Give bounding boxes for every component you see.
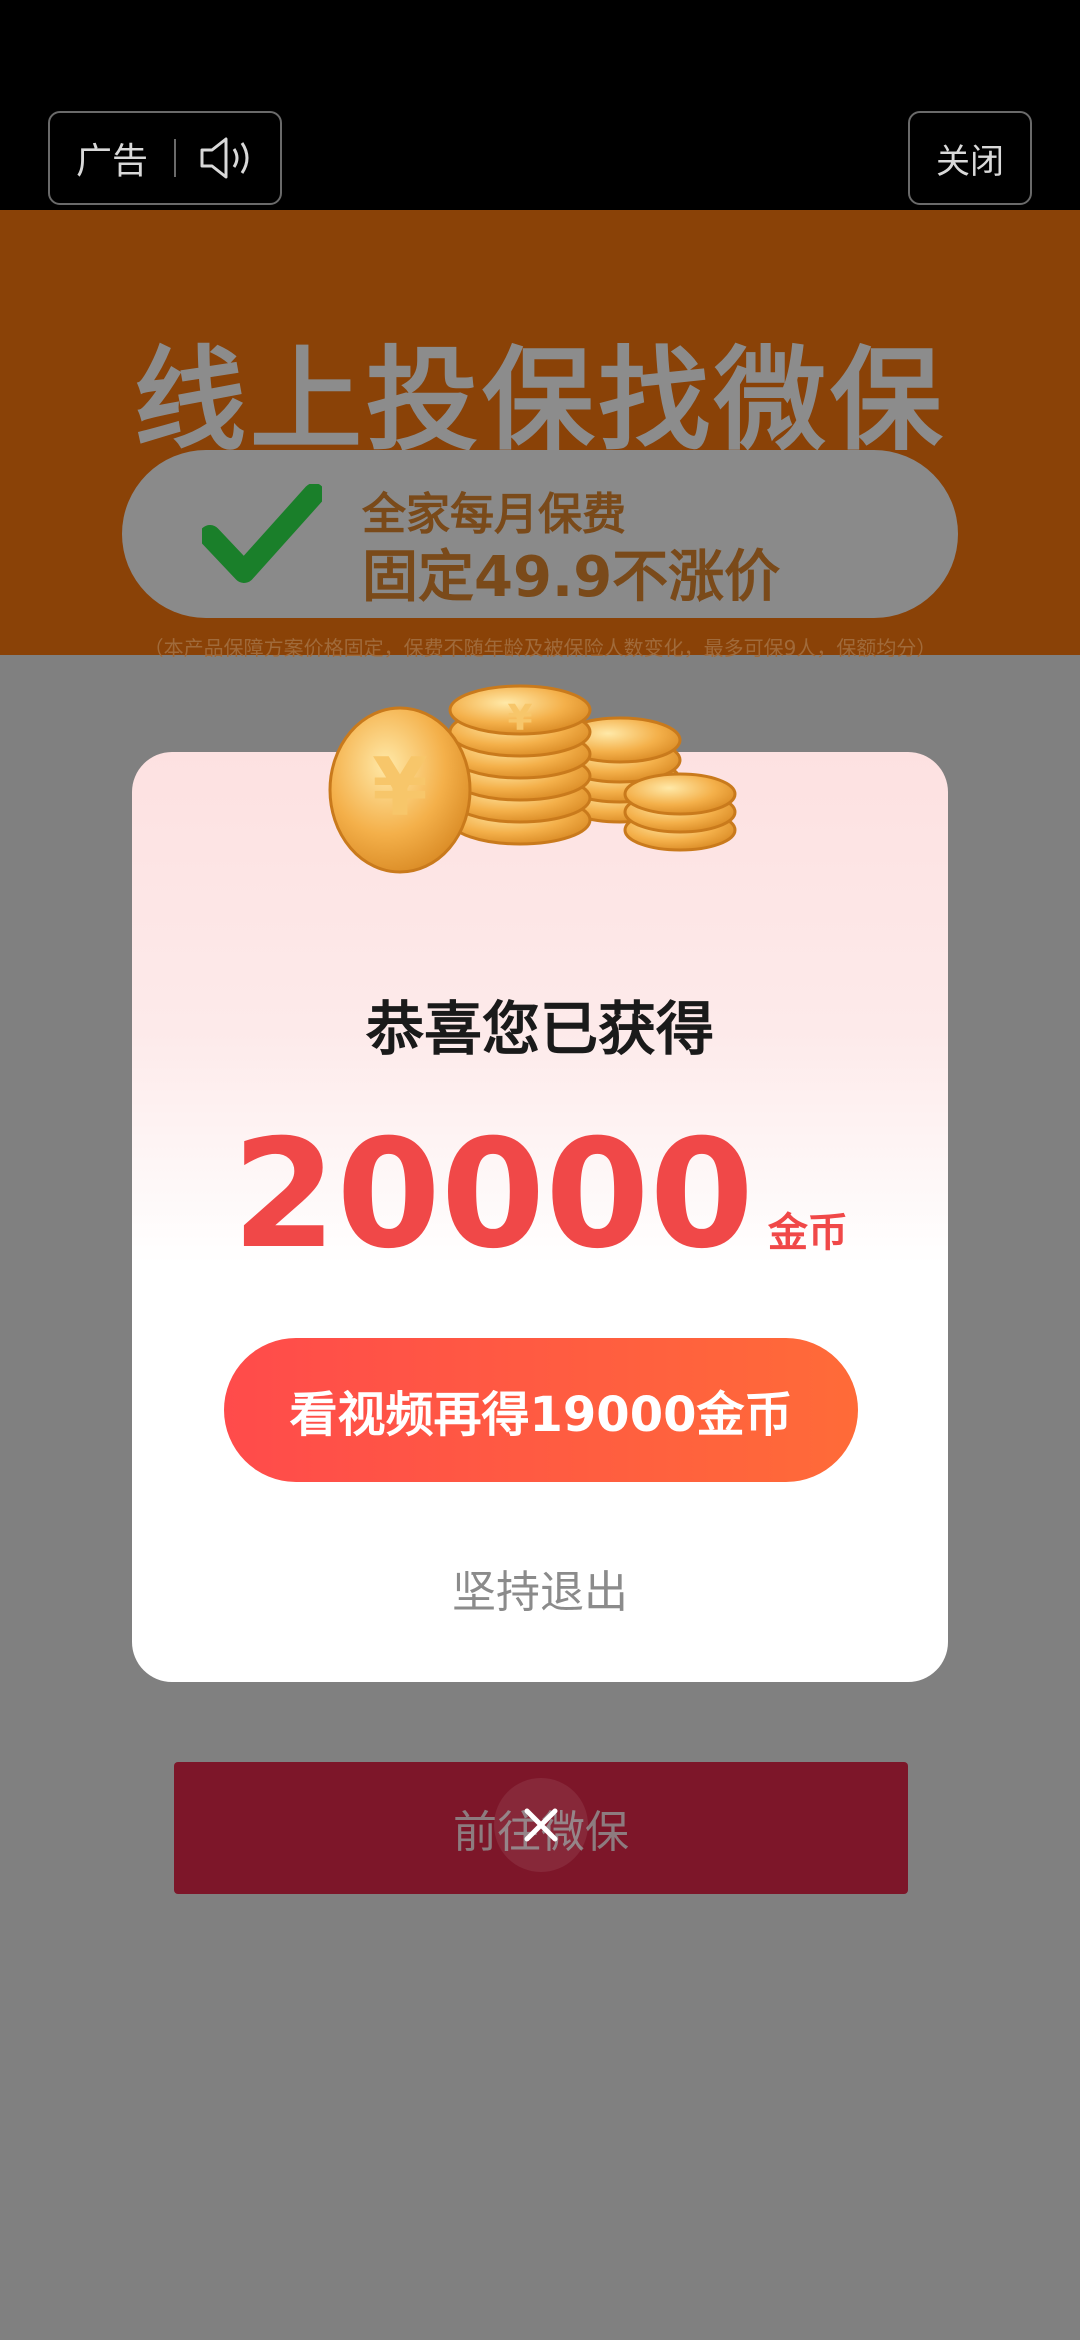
ad-banner: 线上投保找微保 全家每月保费 固定49.9不涨价 （本产品保障方案价格固定，保费… [0,210,1080,660]
watch-video-label: 看视频再得19000金币 [289,1387,793,1443]
svg-text:¥: ¥ [507,698,532,739]
reward-amount: 20000 [232,1108,754,1282]
svg-text:¥: ¥ [372,741,428,834]
pill-line-2: 固定49.9不涨价 [362,545,781,610]
banner-headline: 线上投保找微保 [134,336,946,466]
divider [174,139,177,177]
gold-coins-icon: ¥ ¥ [328,684,737,874]
ad-label: 广告 [76,141,149,182]
watch-video-button[interactable]: 看视频再得19000金币 [224,1338,858,1482]
speaker-icon[interactable] [198,135,256,181]
reward-unit: 金币 [767,1210,848,1256]
top-bar: 广告 关闭 [0,0,1080,210]
close-icon [524,1808,558,1842]
close-ad-label: 关闭 [936,141,1004,182]
ad-chip[interactable]: 广告 [48,111,282,205]
congrats-title: 恭喜您已获得 [365,995,714,1063]
checkmark-icon [202,484,322,583]
reward-amount-row: 20000 金币 [132,1108,948,1282]
close-ad-button[interactable]: 关闭 [908,111,1032,205]
banner-pill: 全家每月保费 固定49.9不涨价 [122,450,958,618]
close-modal-button[interactable] [494,1778,588,1872]
quit-link[interactable]: 坚持退出 [132,1556,948,1620]
